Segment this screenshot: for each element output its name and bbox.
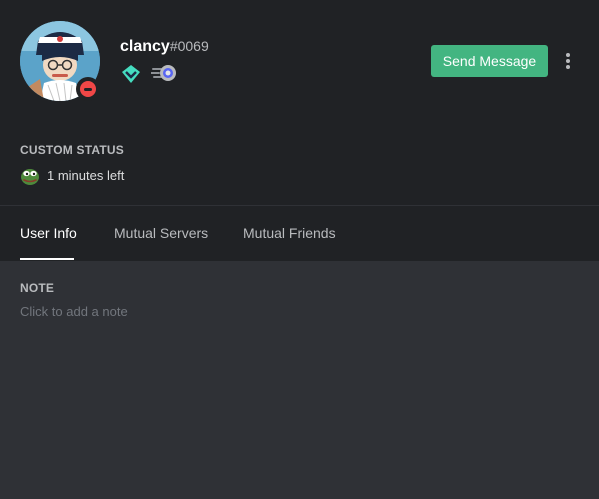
profile-header: clancy#0069 Send Message CUSTOM STATUS 1… <box>0 0 599 261</box>
more-vertical-icon[interactable] <box>560 51 576 71</box>
send-message-button[interactable]: Send Message <box>431 45 548 77</box>
header-divider <box>0 205 599 206</box>
name-tag[interactable]: clancy#0069 <box>120 36 209 56</box>
note-input[interactable] <box>20 302 560 320</box>
pepe-emoji <box>21 169 39 185</box>
note-title: NOTE <box>20 281 55 295</box>
active-tab-indicator <box>20 258 74 260</box>
tab-mutual-friends[interactable]: Mutual Friends <box>243 224 336 242</box>
custom-status-title: CUSTOM STATUS <box>20 143 124 157</box>
nitro-boost-icon[interactable] <box>150 63 179 85</box>
discriminator: #0069 <box>169 38 209 54</box>
tab-mutual-servers[interactable]: Mutual Servers <box>114 224 208 242</box>
user-profile-modal: clancy#0069 Send Message CUSTOM STATUS 1… <box>0 0 599 499</box>
hypesquad-balance-icon[interactable] <box>119 63 143 85</box>
tab-user-info[interactable]: User Info <box>20 224 77 242</box>
custom-status-text: 1 minutes left <box>47 168 125 183</box>
dnd-status-icon <box>76 77 100 101</box>
username: clancy <box>120 38 170 55</box>
avatar-container[interactable] <box>20 21 100 101</box>
